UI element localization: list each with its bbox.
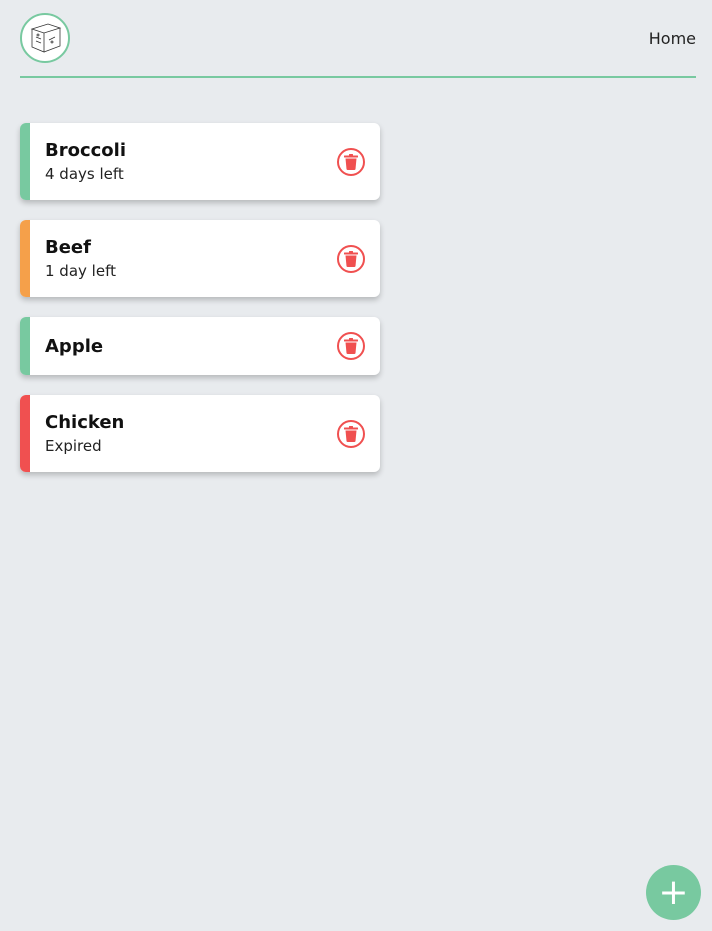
status-stripe [20,123,30,200]
food-name: Beef [45,237,91,258]
food-status: 1 day left [45,262,116,280]
food-name: Chicken [45,412,125,433]
status-stripe [20,395,30,472]
status-stripe [20,220,30,297]
delete-button[interactable] [337,245,365,273]
logo-icon[interactable] [20,13,70,63]
nav-home-link[interactable]: Home [649,29,696,48]
food-status: Expired [45,437,102,455]
status-stripe [20,317,30,375]
food-name: Broccoli [45,140,127,161]
add-item-button[interactable]: + [646,865,701,920]
delete-button[interactable] [337,332,365,360]
food-card-broccoli[interactable]: Broccoli 4 days left [20,123,380,200]
delete-button[interactable] [337,420,365,448]
food-list: Broccoli 4 days left Beef 1 day left App… [20,123,380,492]
food-card-beef[interactable]: Beef 1 day left [20,220,380,297]
food-status: 4 days left [45,165,124,183]
food-name: Apple [45,336,104,357]
trash-icon [344,251,358,267]
plus-icon: + [658,872,689,913]
header: Home [20,0,696,78]
delete-button[interactable] [337,148,365,176]
trash-icon [344,154,358,170]
trash-icon [344,426,358,442]
food-card-apple[interactable]: Apple [20,317,380,375]
food-card-chicken[interactable]: Chicken Expired [20,395,380,472]
trash-icon [344,338,358,354]
